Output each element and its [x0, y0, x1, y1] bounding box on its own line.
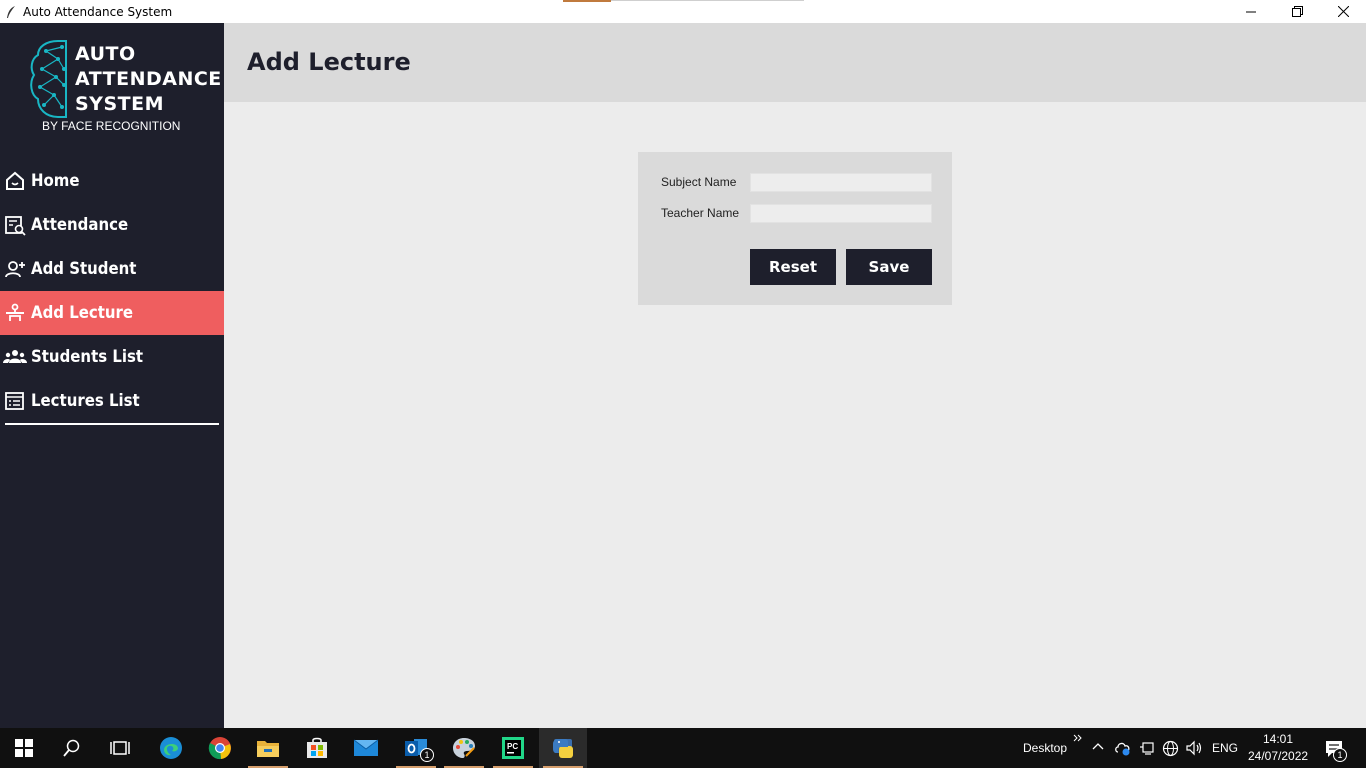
action-center-button[interactable]: 1 [1320, 736, 1348, 764]
add-user-icon [3, 257, 27, 281]
python-icon [553, 739, 573, 758]
minimize-icon [1246, 11, 1256, 12]
subject-name-input[interactable] [750, 173, 932, 192]
volume-icon[interactable] [1185, 740, 1203, 756]
clock-time[interactable]: 14:01 [1263, 732, 1293, 746]
paint-taskbar-button[interactable] [440, 728, 488, 768]
teacher-name-label: Teacher Name [661, 206, 740, 220]
double-chevron-icon[interactable] [1073, 734, 1082, 742]
titlebar-accent [563, 0, 611, 2]
page-header: Add Lecture [224, 23, 1366, 102]
lecturer-icon [3, 301, 27, 325]
feather-icon [3, 4, 19, 20]
reset-button[interactable]: Reset [750, 249, 836, 285]
pycharm-icon: PC [502, 737, 524, 759]
search-button[interactable] [48, 728, 96, 768]
attendance-search-icon [3, 213, 27, 237]
sidebar-divider [5, 423, 219, 425]
sidebar-item-lectures-list[interactable]: Lectures List [0, 379, 224, 423]
clock-date[interactable]: 24/07/2022 [1248, 749, 1308, 763]
logo-line-2: ATTENDANCE [75, 68, 222, 90]
teacher-name-input[interactable] [750, 204, 932, 223]
window-title: Auto Attendance System [23, 4, 173, 19]
mail-icon [353, 739, 379, 756]
add-lecture-form: Subject Name Teacher Name Reset Save [638, 152, 952, 305]
list-icon [3, 389, 27, 413]
windows-taskbar: 1 PC Desktop ENG 14:01 24/07/2022 1 [0, 728, 1366, 768]
brain-network-icon [30, 40, 67, 118]
windows-logo-icon [15, 739, 33, 757]
sidebar-nav: Home Attendance Add Student Add Lecture … [0, 159, 224, 423]
outlook-badge: 1 [420, 748, 434, 762]
sidebar-item-label: Add Student [31, 259, 137, 279]
restore-button[interactable] [1274, 0, 1320, 23]
close-button[interactable] [1320, 0, 1366, 23]
page-title: Add Lecture [247, 48, 411, 76]
python-taskbar-button[interactable] [539, 728, 587, 768]
edge-taskbar-button[interactable] [147, 728, 195, 768]
logo-line-3: SYSTEM [75, 93, 164, 115]
store-bag-icon [307, 737, 327, 758]
sidebar-item-label: Lectures List [31, 391, 140, 411]
task-view-icon [110, 741, 130, 755]
sidebar-item-label: Students List [31, 347, 144, 367]
language-indicator[interactable]: ENG [1212, 741, 1238, 755]
network-globe-icon[interactable] [1162, 740, 1179, 757]
palette-icon [453, 738, 475, 758]
restore-icon [1291, 6, 1303, 17]
edge-browser-icon [160, 737, 182, 759]
task-view-button[interactable] [96, 728, 144, 768]
logo-line-1: AUTO [75, 43, 136, 65]
sidebar-item-home[interactable]: Home [0, 159, 224, 203]
sidebar-item-add-lecture[interactable]: Add Lecture [0, 291, 224, 335]
start-button[interactable] [0, 728, 48, 768]
chrome-taskbar-button[interactable] [196, 728, 244, 768]
notification-badge: 1 [1333, 748, 1347, 762]
desktop-toolbar-label[interactable]: Desktop [1023, 741, 1067, 755]
chrome-browser-icon [208, 737, 231, 760]
close-icon [1337, 6, 1349, 17]
cloud-sync-icon[interactable] [1114, 740, 1132, 756]
sidebar-item-attendance[interactable]: Attendance [0, 203, 224, 247]
search-icon [63, 739, 80, 757]
store-taskbar-button[interactable] [293, 728, 341, 768]
sidebar-item-label: Home [31, 171, 80, 191]
window-titlebar: Auto Attendance System [0, 0, 1366, 23]
outlook-taskbar-button[interactable]: 1 [392, 728, 440, 768]
save-button[interactable]: Save [846, 249, 932, 285]
sidebar-item-students-list[interactable]: Students List [0, 335, 224, 379]
mail-taskbar-button[interactable] [342, 728, 390, 768]
main-content: Add Lecture Subject Name Teacher Name Re… [224, 23, 1366, 728]
titlebar-accent-line [611, 0, 804, 1]
group-icon [3, 345, 27, 369]
battery-plug-icon[interactable] [1139, 740, 1155, 756]
sidebar-item-label: Add Lecture [31, 303, 134, 323]
logo-tagline: BY FACE RECOGNITION [42, 119, 181, 133]
subject-name-label: Subject Name [661, 175, 737, 189]
minimize-button[interactable] [1228, 0, 1274, 23]
file-explorer-taskbar-button[interactable] [244, 728, 292, 768]
pycharm-taskbar-button[interactable]: PC [489, 728, 537, 768]
sidebar-item-label: Attendance [31, 215, 129, 235]
home-icon [3, 169, 27, 193]
svg-text:PC: PC [507, 742, 518, 751]
app-logo: AUTO ATTENDANCE SYSTEM BY FACE RECOGNITI… [28, 39, 221, 139]
folder-icon [257, 741, 279, 757]
sidebar-item-add-student[interactable]: Add Student [0, 247, 224, 291]
chevron-up-icon[interactable] [1092, 742, 1104, 750]
sidebar: AUTO ATTENDANCE SYSTEM BY FACE RECOGNITI… [0, 23, 224, 728]
window-controls [1228, 0, 1366, 23]
